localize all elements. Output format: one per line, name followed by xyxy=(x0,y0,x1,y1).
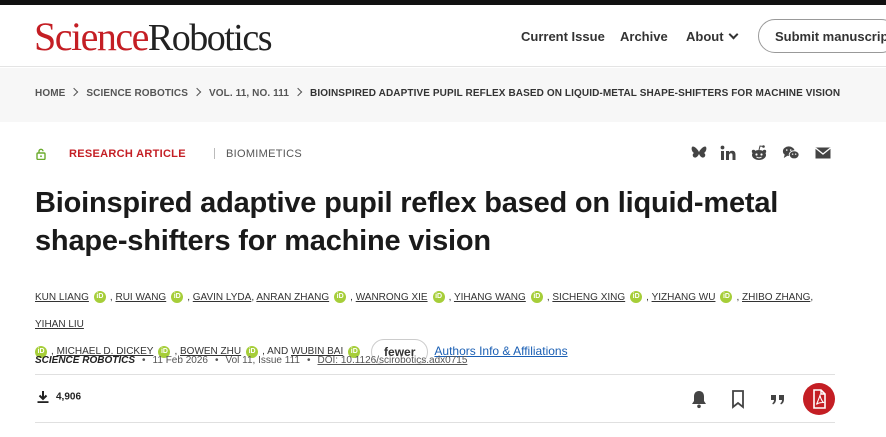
orcid-icon[interactable]: iD xyxy=(720,291,733,304)
orcid-icon[interactable]: iD xyxy=(171,291,184,304)
chevron-down-icon xyxy=(728,29,738,40)
download-icon xyxy=(37,391,49,403)
wechat-icon[interactable] xyxy=(782,144,800,162)
publication-info: SCIENCE ROBOTICS • 11 Feb 2026 • Vol 11, Iss… xyxy=(35,355,467,366)
pdf-button[interactable] xyxy=(803,383,835,415)
orcid-icon[interactable]: iD xyxy=(334,291,347,304)
author-name[interactable]: Zhibo Zhang xyxy=(742,292,810,303)
logo-robotics: Robotics xyxy=(147,17,273,59)
site-header: ScienceRobotics Current Issue Archive Ab… xyxy=(0,5,886,67)
author-name[interactable]: Yihang Wang xyxy=(454,292,526,303)
reddit-icon[interactable] xyxy=(750,144,768,162)
nav-about-label: About xyxy=(686,29,724,44)
meta-divider xyxy=(214,148,215,159)
article-type-badge[interactable]: RESEARCH ARTICLE xyxy=(69,148,186,160)
divider xyxy=(35,422,835,423)
breadcrumb-home[interactable]: HOME xyxy=(35,88,65,99)
breadcrumb-current: BIOINSPIRED ADAPTIVE PUPIL REFLEX BASED … xyxy=(310,88,841,99)
nav-current-issue[interactable]: Current Issue xyxy=(521,29,605,44)
author-name[interactable]: Yihan Liu xyxy=(35,319,84,330)
orcid-icon[interactable]: iD xyxy=(432,291,445,304)
author-name[interactable]: Kun Liang xyxy=(35,292,89,303)
logo-science: Science xyxy=(34,14,149,59)
journal-name: SCIENCE ROBOTICS xyxy=(35,355,136,366)
article-subject-badge[interactable]: BIOMIMETICS xyxy=(226,148,302,160)
chevron-right-icon xyxy=(293,87,303,97)
science-robotics-logo[interactable]: ScienceRobotics xyxy=(34,14,273,59)
author-name[interactable]: Gavin Lyda xyxy=(193,292,252,303)
article-title: Bioinspired adaptive pupil reflex based … xyxy=(35,187,779,257)
author-list: Kun Liang iD, Rui Wang iD, Gavin Lyda, Anr… xyxy=(35,284,835,365)
open-access-lock-icon xyxy=(36,148,46,160)
publish-date: 11 Feb 2026 xyxy=(152,355,208,366)
chevron-right-icon xyxy=(70,87,79,97)
author-name[interactable]: Anran Zhang xyxy=(256,292,329,303)
chevron-right-icon xyxy=(192,87,202,97)
author-name[interactable]: Yizhang Wu xyxy=(652,292,716,303)
orcid-icon[interactable]: iD xyxy=(530,291,543,304)
separator-dot: • xyxy=(306,355,311,366)
breadcrumb: HOME SCIENCE ROBOTICS VOL. 11, NO. 111 BIOI… xyxy=(35,87,841,99)
author-name[interactable]: Rui Wang xyxy=(115,292,166,303)
author-name[interactable]: Wanrong Xie xyxy=(356,292,428,303)
quote-icon[interactable] xyxy=(767,388,789,410)
nav-about[interactable]: About xyxy=(686,29,738,44)
breadcrumb-issue[interactable]: VOL. 11, NO. 111 xyxy=(209,88,289,99)
separator-dot: • xyxy=(142,355,146,366)
submit-manuscript-button[interactable]: Submit manuscript xyxy=(758,19,886,53)
divider xyxy=(35,374,835,375)
download-count-value: 4,906 xyxy=(56,391,82,403)
doi-link[interactable]: DOI: 10.1126/scirobotics.adx0715 xyxy=(317,355,467,366)
bell-icon[interactable] xyxy=(688,388,710,410)
breadcrumb-journal[interactable]: SCIENCE ROBOTICS xyxy=(86,88,188,99)
download-count: 4,906 xyxy=(36,390,81,404)
pdf-icon xyxy=(813,389,826,409)
orcid-icon[interactable]: iD xyxy=(93,291,106,304)
bluesky-icon[interactable] xyxy=(690,144,708,162)
author-name[interactable]: Sicheng Xing xyxy=(552,292,625,303)
email-icon[interactable] xyxy=(814,144,832,162)
linkedin-icon[interactable] xyxy=(719,144,737,162)
bookmark-icon[interactable] xyxy=(727,388,749,410)
separator-dot: • xyxy=(214,355,219,366)
orcid-icon[interactable]: iD xyxy=(630,291,643,304)
nav-archive[interactable]: Archive xyxy=(620,29,668,44)
volume-issue[interactable]: Vol 11, Issue 111 xyxy=(225,355,300,366)
